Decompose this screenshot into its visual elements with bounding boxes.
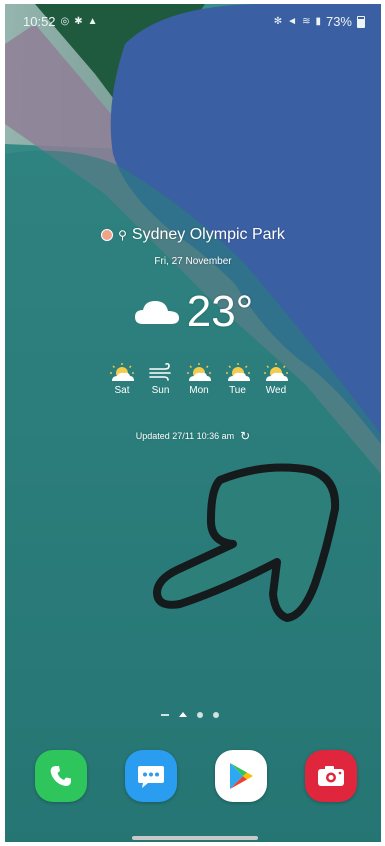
windy-icon bbox=[148, 362, 171, 381]
forecast-day-label: Mon bbox=[189, 385, 209, 396]
weather-current[interactable]: 23° bbox=[5, 290, 381, 334]
pin-icon: ⚲ bbox=[118, 228, 127, 242]
page-indicator-list-icon bbox=[161, 714, 169, 716]
weather-forecast: Sat Sun Mon Tue Wed bbox=[105, 362, 293, 396]
status-bar-right: ✻ ◄ ≋ ▮ 73% bbox=[274, 14, 365, 29]
gear-icon: ✱ bbox=[74, 15, 83, 27]
play-store-app-button[interactable] bbox=[215, 750, 267, 802]
messages-app-button[interactable] bbox=[125, 750, 177, 802]
camera-app-button[interactable] bbox=[305, 750, 357, 802]
battery-percent: 73% bbox=[325, 14, 352, 29]
forecast-day-label: Wed bbox=[265, 385, 287, 396]
clock: 10:52 bbox=[23, 14, 56, 29]
app-dock bbox=[35, 750, 357, 802]
status-bar-left: 10:52 ◎ ✱ ▲ bbox=[23, 14, 98, 29]
page-dot bbox=[197, 712, 203, 718]
forecast-day-label: Sun bbox=[151, 385, 170, 396]
bluetooth-icon: ✻ bbox=[273, 15, 283, 27]
partly-sunny-icon bbox=[110, 363, 134, 381]
notification-icon: ▲ bbox=[87, 15, 98, 27]
partly-sunny-icon bbox=[225, 363, 250, 381]
sync-icon: ◎ bbox=[60, 15, 70, 27]
updated-label: Updated 27/11 10:36 am bbox=[135, 431, 235, 441]
wifi-icon: ≋ bbox=[302, 15, 311, 27]
forecast-day: Tue bbox=[221, 362, 255, 396]
weather-updated: Updated 27/11 10:36 am ↻ bbox=[5, 429, 381, 443]
partly-sunny-icon bbox=[187, 363, 211, 381]
page-dot bbox=[213, 712, 219, 718]
page-indicator[interactable] bbox=[161, 711, 219, 718]
forecast-day-label: Sat bbox=[114, 385, 130, 396]
gesture-navigation-bar[interactable] bbox=[132, 836, 258, 840]
phone-icon bbox=[50, 766, 71, 786]
forecast-day-label: Tue bbox=[229, 385, 246, 396]
location-dot-icon bbox=[101, 229, 114, 241]
home-screen: 10:52 ◎ ✱ ▲ ✻ ◄ ≋ ▮ 73% ⚲ Sydney Olympic… bbox=[5, 4, 381, 842]
forecast-day: Wed bbox=[259, 362, 293, 396]
location-label: Sydney Olympic Park bbox=[131, 226, 285, 243]
weather-date: Fri, 27 November bbox=[154, 256, 232, 267]
play-store-icon bbox=[230, 763, 253, 789]
cloud-icon bbox=[134, 301, 179, 324]
forecast-day: Mon bbox=[182, 362, 216, 396]
weather-location[interactable]: ⚲ Sydney Olympic Park bbox=[5, 226, 381, 244]
message-icon bbox=[138, 766, 164, 788]
home-page-icon bbox=[179, 711, 187, 717]
signal-icon: ▮ bbox=[315, 15, 321, 27]
camera-icon bbox=[318, 766, 344, 786]
partly-sunny-icon bbox=[264, 363, 288, 381]
battery-icon bbox=[357, 15, 365, 28]
forecast-day: Sat bbox=[105, 362, 139, 396]
refresh-icon[interactable]: ↻ bbox=[240, 429, 250, 443]
phone-app-button[interactable] bbox=[35, 750, 87, 802]
mute-icon: ◄ bbox=[287, 15, 298, 27]
temperature: 23° bbox=[186, 287, 254, 336]
forecast-day: Sun bbox=[144, 362, 178, 396]
